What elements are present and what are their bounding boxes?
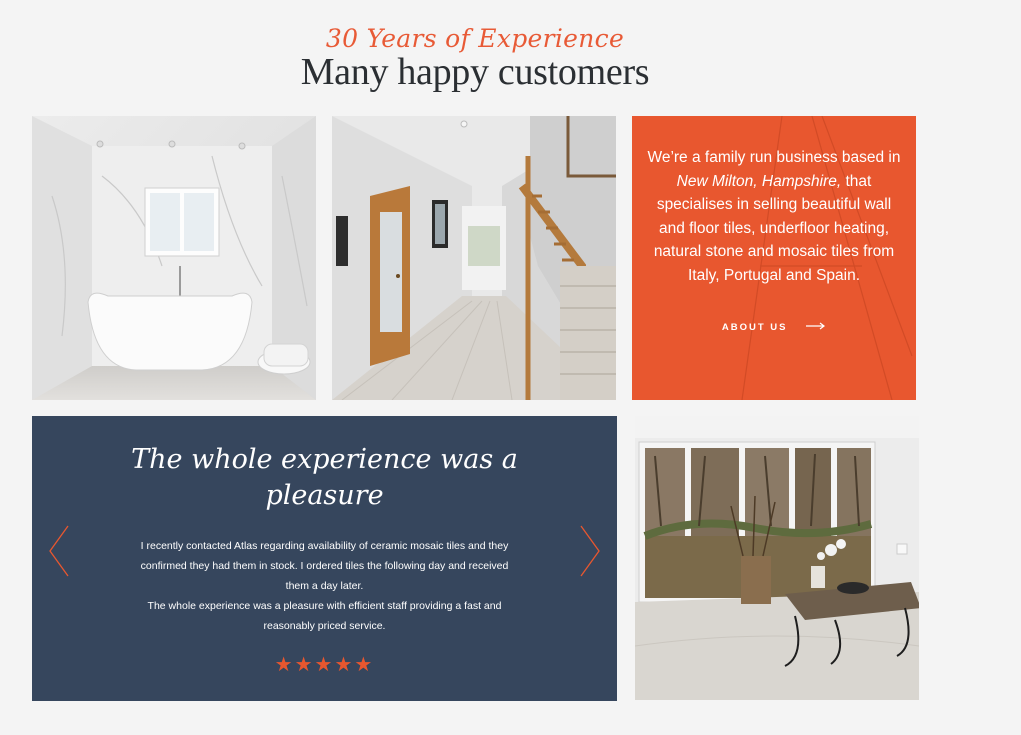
about-us-link[interactable]: ABOUT US bbox=[632, 322, 916, 333]
bathroom-photo bbox=[32, 116, 316, 400]
testimonial-paragraph-2: The whole experience was a pleasure with… bbox=[147, 600, 502, 632]
about-info-card: We’re a family run business based in New… bbox=[632, 116, 916, 400]
about-us-label: ABOUT US bbox=[721, 322, 788, 334]
about-description: We’re a family run business based in New… bbox=[646, 146, 902, 287]
testimonial-card: The whole experience was a pleasure I re… bbox=[32, 416, 617, 701]
about-text-start: We’re a family run business based in bbox=[647, 149, 901, 166]
chevron-left-icon[interactable] bbox=[48, 524, 70, 583]
arrow-right-icon bbox=[806, 322, 826, 333]
testimonial-title: The whole experience was a pleasure bbox=[131, 444, 518, 511]
hallway-photo bbox=[332, 116, 616, 400]
about-location: New Milton, Hampshire, bbox=[676, 172, 842, 190]
chevron-right-icon[interactable] bbox=[579, 524, 601, 583]
section-heading: Many happy customers bbox=[300, 51, 650, 93]
section-eyebrow: 30 Years of Experience bbox=[325, 24, 625, 53]
testimonial-paragraph-1: I recently contacted Atlas regarding ava… bbox=[140, 540, 509, 592]
rating-stars: ★★★★★ bbox=[274, 654, 375, 676]
living-room-photo bbox=[635, 416, 919, 700]
testimonial-body: I recently contacted Atlas regarding ava… bbox=[132, 536, 517, 636]
